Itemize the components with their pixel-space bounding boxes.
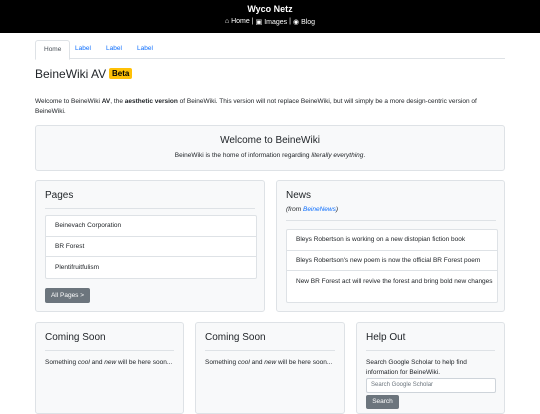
nav-images-link[interactable]: ▣ Images bbox=[256, 18, 288, 26]
home-icon: ⌂ bbox=[224, 18, 230, 25]
tab-home[interactable]: Home bbox=[35, 40, 71, 60]
top-nav-links: ⌂ Home | ▣ Images | ◉ Blog bbox=[0, 18, 540, 26]
help-out-text: Search Google Scholar to help find infor… bbox=[366, 359, 467, 376]
list-item[interactable]: Bleys Robertson is working on a new dist… bbox=[287, 230, 497, 250]
news-source: (from BeineNews) bbox=[286, 206, 339, 213]
coming-soon-text: Something cool and new will be here soon… bbox=[205, 359, 333, 366]
list-item[interactable]: Beinevach Corporation bbox=[46, 216, 256, 236]
top-navbar: Wyco Netz ⌂ Home | ▣ Images | ◉ Blog bbox=[0, 0, 540, 33]
beta-badge: Beta bbox=[109, 68, 133, 79]
divider bbox=[45, 208, 255, 209]
page-title: BeineWiki AV bbox=[35, 67, 107, 81]
coming-soon-text: Something cool and new will be here soon… bbox=[45, 359, 173, 366]
welcome-heading: Welcome to BeineWiki bbox=[220, 135, 320, 146]
site-brand[interactable]: Wyco Netz bbox=[0, 4, 540, 14]
welcome-text: BeineWiki is the home of information reg… bbox=[174, 152, 366, 159]
coming-soon-card-1: Coming Soon Something cool and new will … bbox=[35, 322, 184, 414]
nav-separator: | bbox=[289, 18, 291, 25]
beinenews-link[interactable]: BeineNews bbox=[303, 206, 336, 213]
list-item[interactable]: Bleys Robertson's new poem is now the of… bbox=[287, 250, 497, 270]
news-list: Bleys Robertson is working on a new dist… bbox=[286, 229, 498, 303]
divider bbox=[366, 350, 495, 351]
images-icon: ▣ bbox=[255, 19, 263, 26]
list-item[interactable]: New BR Forest act will revive the forest… bbox=[287, 270, 497, 301]
tab-bar: Home Label Label Label bbox=[35, 40, 505, 60]
search-button[interactable]: Search bbox=[366, 395, 399, 409]
tab-label-2[interactable]: Label bbox=[98, 40, 130, 58]
coming-soon-card-2: Coming Soon Something cool and new will … bbox=[195, 322, 345, 414]
intro-paragraph: Welcome to BeineWiki AV, the aesthetic v… bbox=[35, 98, 477, 115]
coming-soon-title: Coming Soon bbox=[205, 332, 266, 343]
divider bbox=[205, 350, 335, 351]
nav-home-link[interactable]: ⌂ Home bbox=[225, 18, 250, 26]
welcome-box: Welcome to BeineWiki BeineWiki is the ho… bbox=[35, 125, 505, 171]
help-out-card: Help Out Search Google Scholar to help f… bbox=[356, 322, 505, 414]
news-card-title: News bbox=[286, 190, 312, 201]
help-out-title: Help Out bbox=[366, 332, 406, 343]
divider bbox=[286, 220, 496, 221]
nav-separator: | bbox=[251, 18, 254, 25]
scholar-search-input[interactable]: Search Google Scholar bbox=[366, 378, 496, 393]
list-item[interactable]: BR Forest bbox=[46, 236, 256, 256]
list-item[interactable]: Plentifruitfulism bbox=[46, 256, 256, 277]
news-card: News (from BeineNews) Bleys Robertson is… bbox=[276, 180, 505, 312]
nav-blog-link[interactable]: ◉ Blog bbox=[293, 18, 315, 26]
all-pages-button[interactable]: All Pages > bbox=[45, 288, 90, 303]
pages-card-title: Pages bbox=[45, 190, 74, 201]
tab-label-3[interactable]: Label bbox=[129, 40, 161, 58]
pages-list: Beinevach Corporation BR Forest Plentifr… bbox=[45, 215, 257, 279]
divider bbox=[45, 350, 174, 351]
pages-card: Pages Beinevach Corporation BR Forest Pl… bbox=[35, 180, 265, 312]
rss-icon: ◉ bbox=[293, 19, 300, 26]
coming-soon-title: Coming Soon bbox=[45, 332, 106, 343]
tab-label-1[interactable]: Label bbox=[67, 40, 99, 58]
